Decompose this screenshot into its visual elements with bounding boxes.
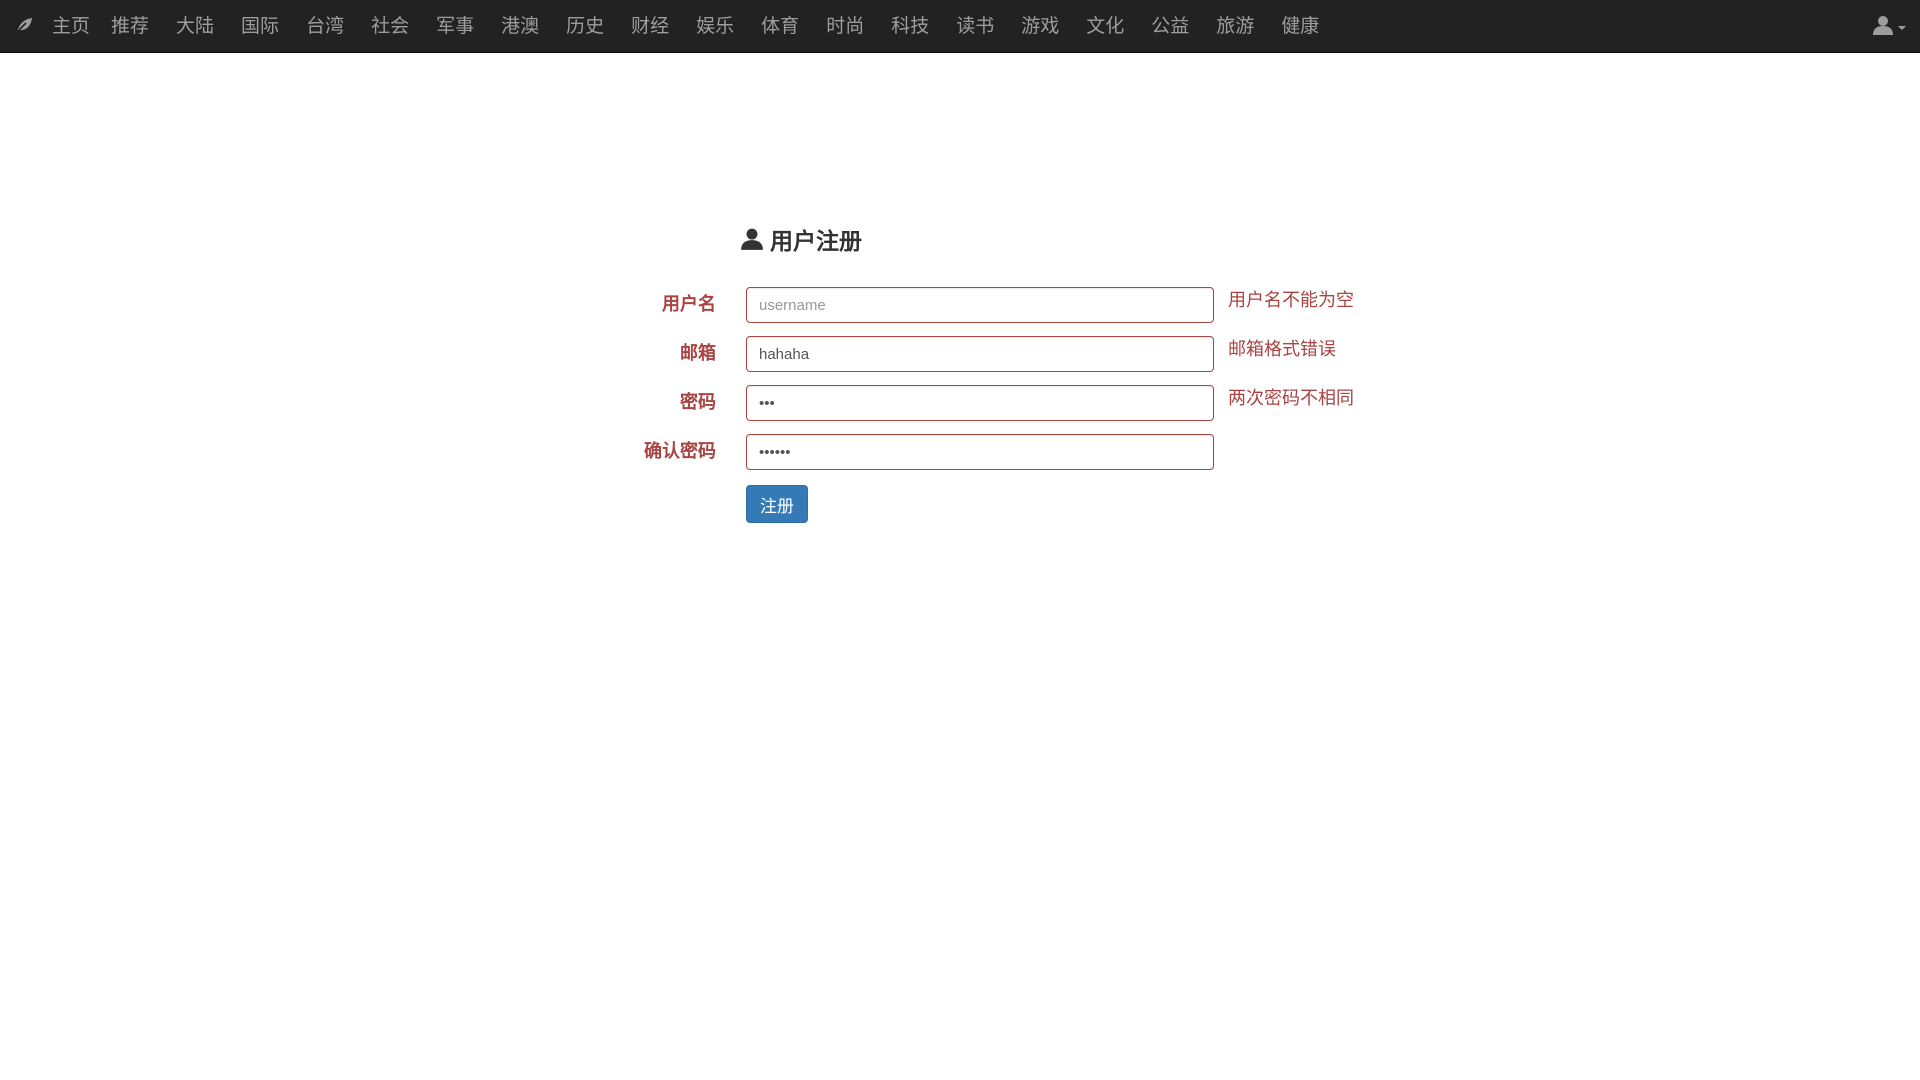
nav-item-taiwan[interactable]: 台湾 bbox=[293, 0, 358, 52]
nav-item-tech[interactable]: 科技 bbox=[878, 0, 943, 52]
password-label: 密码 bbox=[680, 392, 716, 413]
nav-item-military[interactable]: 军事 bbox=[423, 0, 488, 52]
email-row: 邮箱 邮箱格式错误 bbox=[600, 336, 1400, 372]
leaf-icon[interactable] bbox=[14, 15, 34, 35]
nav-item-charity[interactable]: 公益 bbox=[1138, 0, 1203, 52]
confirm-password-label: 确认密码 bbox=[644, 441, 716, 462]
page-title-text: 用户注册 bbox=[770, 229, 862, 255]
nav-item-hk-macau[interactable]: 港澳 bbox=[488, 0, 553, 52]
username-input[interactable] bbox=[746, 287, 1214, 323]
nav-item-fashion[interactable]: 时尚 bbox=[813, 0, 878, 52]
nav-item-international[interactable]: 国际 bbox=[228, 0, 293, 52]
email-input[interactable] bbox=[746, 336, 1214, 372]
password-row: 密码 两次密码不相同 bbox=[600, 385, 1400, 421]
password-error: 两次密码不相同 bbox=[1228, 388, 1354, 409]
email-error: 邮箱格式错误 bbox=[1228, 339, 1336, 360]
nav-item-health[interactable]: 健康 bbox=[1268, 0, 1333, 52]
password-input[interactable] bbox=[746, 385, 1214, 421]
user-icon bbox=[741, 228, 763, 250]
nav-item-society[interactable]: 社会 bbox=[358, 0, 423, 52]
nav-menu: 主页 推荐 大陆 国际 台湾 社会 军事 港澳 历史 财经 娱乐 体育 时尚 科… bbox=[40, 0, 1333, 52]
user-icon bbox=[1873, 16, 1893, 35]
nav-item-culture[interactable]: 文化 bbox=[1073, 0, 1138, 52]
user-menu-dropdown[interactable] bbox=[1872, 14, 1906, 36]
nav-item-recommend[interactable]: 推荐 bbox=[98, 0, 163, 52]
username-label: 用户名 bbox=[662, 294, 716, 315]
caret-down-icon bbox=[1898, 26, 1906, 30]
nav-item-books[interactable]: 读书 bbox=[943, 0, 1008, 52]
nav-item-mainland[interactable]: 大陆 bbox=[163, 0, 228, 52]
nav-item-sports[interactable]: 体育 bbox=[748, 0, 813, 52]
confirm-password-input[interactable] bbox=[746, 434, 1214, 470]
nav-item-home[interactable]: 主页 bbox=[40, 0, 98, 52]
register-button[interactable]: 注册 bbox=[746, 485, 808, 523]
nav-item-games[interactable]: 游戏 bbox=[1008, 0, 1073, 52]
top-navbar: 主页 推荐 大陆 国际 台湾 社会 军事 港澳 历史 财经 娱乐 体育 时尚 科… bbox=[0, 0, 1920, 53]
page-title: 用户注册 bbox=[740, 222, 862, 256]
username-error: 用户名不能为空 bbox=[1228, 290, 1354, 311]
confirm-password-row: 确认密码 bbox=[600, 434, 1400, 470]
username-row: 用户名 用户名不能为空 bbox=[600, 287, 1400, 323]
email-label: 邮箱 bbox=[680, 343, 716, 364]
nav-item-finance[interactable]: 财经 bbox=[618, 0, 683, 52]
nav-item-entertainment[interactable]: 娱乐 bbox=[683, 0, 748, 52]
nav-item-history[interactable]: 历史 bbox=[553, 0, 618, 52]
nav-item-travel[interactable]: 旅游 bbox=[1203, 0, 1268, 52]
